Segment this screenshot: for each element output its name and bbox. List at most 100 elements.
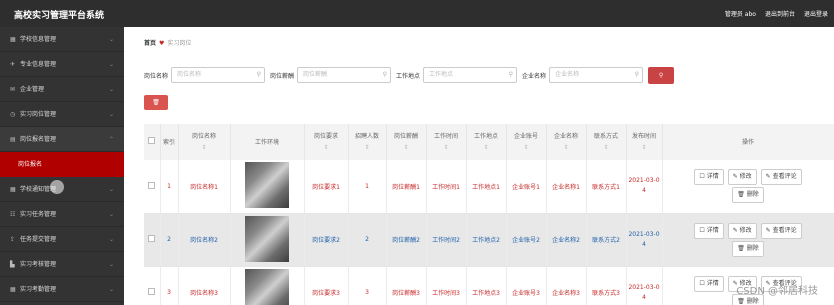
- sort-icon[interactable]: ⇕: [179, 142, 230, 153]
- sidebar-item-post-signup[interactable]: ▤ 岗位报名管理 ⌃: [0, 127, 124, 152]
- sort-icon[interactable]: ⇕: [467, 142, 506, 153]
- detail-button[interactable]: ☐ 详情: [694, 222, 724, 239]
- select-all-checkbox[interactable]: [148, 136, 156, 144]
- cell-company-account: 企业账号1: [506, 160, 547, 214]
- list-icon: ☷: [10, 211, 16, 218]
- post-salary-input[interactable]: 岗位薪酬 ⚲: [297, 67, 392, 83]
- sidebar-item-school-info[interactable]: ▦ 学校信息管理 ⌄: [0, 27, 124, 52]
- row-select-cell[interactable]: [144, 160, 161, 214]
- col-header-name[interactable]: 岗位名称 ⇕: [178, 124, 231, 160]
- sort-icon[interactable]: ⇕: [587, 142, 626, 153]
- sort-icon[interactable]: ⇕: [547, 142, 586, 153]
- sidebar-item-attendance[interactable]: ▦ 实习考勤管理 ⌄: [0, 277, 124, 302]
- col-header-headcount[interactable]: 招聘人数 ⇕: [348, 124, 387, 160]
- delete-button[interactable]: 🗑 删除: [732, 240, 764, 257]
- sidebar-item-label: 实习任务管理: [20, 211, 57, 218]
- select-all-cell[interactable]: [144, 124, 161, 160]
- edit-button[interactable]: ✎ 修改: [727, 222, 757, 239]
- sort-icon[interactable]: ⇕: [427, 142, 466, 153]
- cell-requirement: 岗位要求2: [304, 213, 349, 267]
- row-checkbox[interactable]: [148, 181, 156, 189]
- sidebar-item-task-submit[interactable]: ⇪ 任务提交管理 ⌄: [0, 227, 124, 252]
- cell-salary: 岗位薪酬1: [386, 160, 427, 214]
- chevron-down-icon: ⌄: [108, 286, 114, 293]
- row-select-cell[interactable]: [144, 266, 161, 305]
- sidebar-item-label: 岗位报名管理: [20, 136, 57, 143]
- col-header-company-account[interactable]: 企业账号 ⇕: [506, 124, 547, 160]
- work-place-placeholder: 工作地点: [429, 71, 454, 78]
- exit-to-front-link[interactable]: 退出到前台: [765, 9, 795, 18]
- sidebar-subitem-post-signup[interactable]: 岗位报名: [0, 152, 124, 177]
- detail-button[interactable]: ☐ 详情: [694, 275, 724, 292]
- cell-company-name: 企业名称2: [546, 213, 587, 267]
- delete-button[interactable]: 🗑 删除: [732, 187, 764, 204]
- sidebar-item-label: 实习岗位管理: [20, 111, 57, 118]
- detail-button[interactable]: ☐ 详情: [694, 169, 724, 186]
- chevron-down-icon: ⌄: [108, 236, 114, 243]
- col-header-company-name[interactable]: 企业名称 ⇕: [546, 124, 587, 160]
- col-header-publish-time[interactable]: 发布时间 ⇕: [626, 124, 663, 160]
- mail-icon: ✉: [10, 86, 16, 93]
- search-icon: ⚲: [634, 71, 640, 78]
- sidebar-item-label: 企业管理: [20, 86, 45, 93]
- cell-name: 岗位名称3: [178, 266, 231, 305]
- sort-icon[interactable]: ⇕: [507, 142, 546, 153]
- col-header-contact[interactable]: 联系方式 ⇕: [586, 124, 627, 160]
- sidebar: ▦ 学校信息管理 ⌄ ✈ 专业信息管理 ⌄ ✉ 企业管理 ⌄ ◷ 实习岗位管理 ⌄ ▤ 岗位报名管…: [0, 27, 124, 305]
- batch-delete-button[interactable]: 🗑: [144, 95, 168, 110]
- company-name-placeholder: 企业名称: [555, 71, 580, 78]
- sidebar-item-company[interactable]: ✉ 企业管理 ⌄: [0, 77, 124, 102]
- row-checkbox[interactable]: [148, 288, 156, 295]
- grid-icon: ▦: [10, 286, 16, 293]
- breadcrumb-current: 实习岗位: [167, 40, 192, 47]
- cell-work-time: 工作时间3: [426, 266, 467, 305]
- sidebar-item-task[interactable]: ☷ 实习任务管理 ⌄: [0, 202, 124, 227]
- row-checkbox[interactable]: [148, 235, 156, 242]
- cell-contact: 联系方式2: [586, 213, 627, 267]
- plane-icon: ✈: [10, 61, 16, 68]
- col-header-work-place[interactable]: 工作地点 ⇕: [466, 124, 507, 160]
- sort-icon[interactable]: ⇕: [305, 142, 348, 153]
- sort-icon[interactable]: ⇕: [349, 142, 386, 153]
- grid-icon: ▦: [10, 36, 16, 43]
- sort-icon[interactable]: ⇕: [387, 142, 426, 153]
- cell-name: 岗位名称1: [178, 160, 231, 214]
- row-select-cell[interactable]: [144, 213, 161, 267]
- chevron-down-icon: ⌄: [108, 261, 114, 268]
- chevron-down-icon: ⌄: [108, 111, 114, 118]
- breadcrumb-home[interactable]: 首页: [144, 40, 156, 47]
- cell-actions: ☐ 详情 ✎ 修改 ✎ 查看评论 🗑 删除: [662, 160, 834, 214]
- search-bar: 岗位名称 岗位名称 ⚲ 岗位薪酬 岗位薪酬 ⚲ 工作地点 工作地点 ⚲ 企业名称 企业…: [144, 66, 675, 84]
- main-content: 首页 ♥ 实习岗位 岗位名称 岗位名称 ⚲ 岗位薪酬 岗位薪酬 ⚲ 工作地点 工作地点 ⚲…: [124, 27, 834, 305]
- col-header-requirement[interactable]: 岗位要求 ⇕: [304, 124, 349, 160]
- work-place-input[interactable]: 工作地点 ⚲: [423, 67, 518, 83]
- logout-link[interactable]: 退出登录: [804, 9, 828, 18]
- sidebar-item-internship-post[interactable]: ◷ 实习岗位管理 ⌄: [0, 102, 124, 127]
- col-header-salary[interactable]: 岗位薪酬 ⇕: [386, 124, 427, 160]
- cell-requirement: 岗位要求3: [304, 266, 349, 305]
- table-row: 2 岗位名称2 岗位要求2 2 岗位薪酬2 工作时间2 工作地点2 企业账号2 …: [144, 213, 834, 267]
- chevron-down-icon: ⌄: [108, 61, 114, 68]
- search-button[interactable]: ⚲: [648, 66, 675, 84]
- work-environment-image: [245, 162, 289, 209]
- sort-icon[interactable]: ⇕: [627, 142, 662, 153]
- cell-environment: [230, 160, 305, 214]
- sidebar-item-major-info[interactable]: ✈ 专业信息管理 ⌄: [0, 52, 124, 77]
- document-icon: ▤: [10, 136, 16, 143]
- cell-publish-time: 2021-03-0 4: [626, 213, 663, 267]
- work-place-label: 工作地点: [396, 72, 421, 80]
- edit-button[interactable]: ✎ 修改: [727, 169, 757, 186]
- col-header-index: 索引: [160, 124, 179, 160]
- sidebar-item-assessment[interactable]: ▙ 实习考核管理 ⌄: [0, 252, 124, 277]
- view-comments-button[interactable]: ✎ 查看评论: [760, 169, 802, 186]
- breadcrumb: 首页 ♥ 实习岗位: [144, 38, 191, 47]
- company-name-input[interactable]: 企业名称 ⚲: [549, 67, 644, 83]
- cell-work-place: 工作地点2: [466, 213, 507, 267]
- post-name-input[interactable]: 岗位名称 ⚲: [171, 67, 266, 83]
- view-comments-button[interactable]: ✎ 查看评论: [760, 222, 802, 239]
- cell-publish-time: 2021-03-0 4: [626, 160, 663, 214]
- cell-salary: 岗位薪酬3: [386, 266, 427, 305]
- table-row: 1 岗位名称1 岗位要求1 1 岗位薪酬1 工作时间1 工作地点1 企业账号1 …: [144, 160, 834, 214]
- col-header-work-time[interactable]: 工作时间 ⇕: [426, 124, 467, 160]
- top-bar: 高校实习管理平台系统 管理员 abo 退出到前台 退出登录: [0, 0, 834, 27]
